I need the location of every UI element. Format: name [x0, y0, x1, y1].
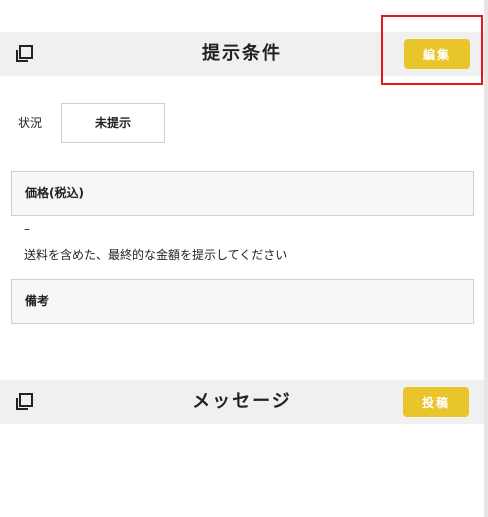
price-note: 送料を含めた、最終的な金額を提示してください [24, 248, 288, 262]
remarks-label: 備考 [25, 294, 50, 308]
remarks-field-box: 備考 [11, 279, 474, 324]
status-label: 状況 [18, 116, 43, 130]
post-button[interactable]: 投稿 [403, 387, 469, 417]
price-field-box: 価格(税込) [11, 171, 474, 216]
status-value: 未提示 [61, 103, 165, 143]
price-label: 価格(税込) [25, 186, 84, 200]
edit-button-highlight [381, 15, 483, 85]
right-edge-shade [484, 0, 488, 517]
price-value: – [24, 222, 30, 236]
message-header: メッセージ 投稿 [0, 380, 484, 424]
